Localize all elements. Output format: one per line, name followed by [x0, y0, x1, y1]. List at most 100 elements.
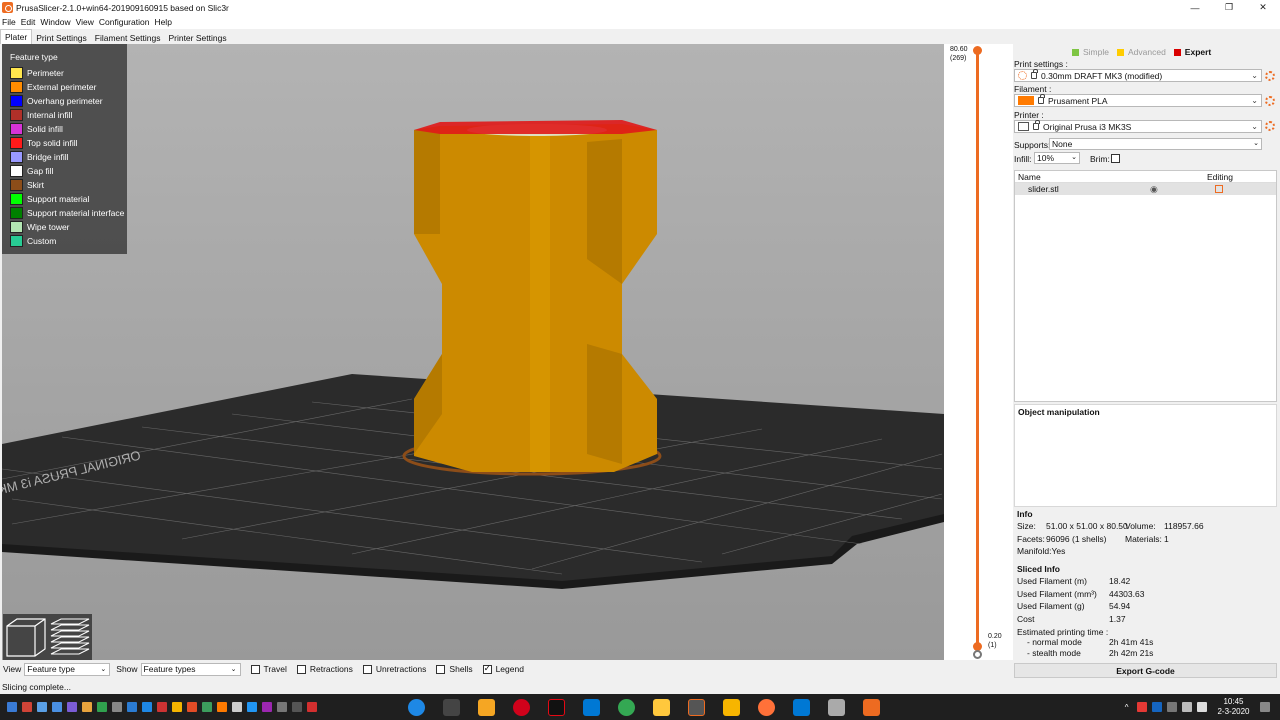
app-icon[interactable]: [141, 702, 152, 712]
app-icon[interactable]: [793, 698, 810, 716]
app-icon[interactable]: [216, 702, 227, 712]
filament-color-swatch: [1018, 96, 1034, 105]
menu-window[interactable]: Window: [40, 17, 70, 27]
legend-label: Top solid infill: [27, 138, 78, 148]
travel-checkbox[interactable]: Travel: [250, 664, 287, 674]
app-icon[interactable]: [306, 702, 317, 712]
tab-printer-settings[interactable]: Printer Settings: [164, 30, 230, 44]
folder-icon[interactable]: [6, 702, 17, 712]
prusaslicer-taskbar-icon[interactable]: [688, 698, 705, 716]
quick-launch-icons: [4, 702, 319, 712]
chevron-down-icon: ⌄: [1251, 71, 1258, 80]
printer-label: Printer :: [1014, 110, 1044, 120]
app-icon[interactable]: [828, 698, 845, 716]
app-icon[interactable]: [126, 702, 137, 712]
tray-icon[interactable]: [1181, 702, 1192, 712]
object-list: Name Editing slider.stl ◉: [1014, 170, 1277, 402]
menu-edit[interactable]: Edit: [21, 17, 36, 27]
app-icon[interactable]: [513, 698, 530, 716]
filament-gear-icon[interactable]: [1265, 96, 1275, 106]
tray-icon[interactable]: [1151, 702, 1162, 712]
legend-swatch: [10, 221, 23, 233]
app-icon[interactable]: [156, 702, 167, 712]
shells-label: Shells: [449, 664, 473, 674]
firefox-icon[interactable]: [758, 698, 775, 716]
app-icon[interactable]: [201, 702, 212, 712]
notification-icon[interactable]: [1259, 702, 1270, 712]
3d-preview-canvas[interactable]: ORIGINAL PRUSA i3 MK3: [2, 44, 944, 660]
supports-combo[interactable]: None ⌄: [1049, 138, 1262, 150]
legend-item: Bridge infill: [10, 150, 127, 164]
netflix-icon[interactable]: [548, 698, 565, 716]
app-icon[interactable]: [261, 702, 272, 712]
mode-simple[interactable]: Simple: [1072, 47, 1109, 57]
printer-gear-icon[interactable]: [1265, 121, 1275, 131]
slider-cog-icon[interactable]: [973, 650, 982, 659]
menu-file[interactable]: File: [2, 17, 16, 27]
mail-icon[interactable]: [583, 698, 600, 716]
app-icon[interactable]: [81, 702, 92, 712]
chevron-down-icon: ⌄: [1251, 122, 1258, 131]
slider-track[interactable]: [976, 50, 979, 646]
app-icon[interactable]: [186, 702, 197, 712]
chrome-icon[interactable]: [618, 698, 635, 716]
close-button[interactable]: ✕: [1246, 0, 1280, 15]
app-icon[interactable]: [21, 702, 32, 712]
export-gcode-button[interactable]: Export G-code: [1014, 663, 1277, 678]
app-icon[interactable]: [443, 698, 460, 716]
app-icon[interactable]: [66, 702, 77, 712]
edit-icon[interactable]: [1215, 185, 1223, 193]
view-type-combo[interactable]: Feature type ⌄: [24, 662, 111, 676]
restore-button[interactable]: ❐: [1212, 0, 1246, 15]
menu-configuration[interactable]: Configuration: [99, 17, 150, 27]
legend-checkbox[interactable]: Legend: [482, 663, 524, 674]
tab-print-settings[interactable]: Print Settings: [32, 30, 91, 44]
mode-advanced[interactable]: Advanced: [1116, 47, 1166, 57]
eye-icon[interactable]: ◉: [1150, 183, 1158, 195]
tab-plater[interactable]: Plater: [0, 29, 33, 44]
show-features-combo[interactable]: Feature types ⌄: [140, 662, 241, 676]
app-icon[interactable]: [291, 702, 302, 712]
retractions-checkbox[interactable]: Retractions: [296, 664, 353, 674]
app-icon[interactable]: [96, 702, 107, 712]
infill-combo[interactable]: 10% ⌄: [1034, 152, 1080, 164]
shells-checkbox[interactable]: Shells: [436, 664, 473, 674]
app-icon[interactable]: [111, 702, 122, 712]
tray-icon[interactable]: [1166, 702, 1177, 712]
menu-help[interactable]: Help: [154, 17, 171, 27]
file-explorer-icon[interactable]: [653, 698, 670, 716]
app-icon[interactable]: [36, 702, 47, 712]
app-icon[interactable]: [246, 702, 257, 712]
app-icon[interactable]: [51, 702, 62, 712]
mode-expert[interactable]: Expert: [1173, 47, 1211, 57]
app-icon[interactable]: [478, 698, 495, 716]
app-icon[interactable]: [171, 702, 182, 712]
legend-swatch: [10, 123, 23, 135]
tab-filament-settings[interactable]: Filament Settings: [91, 30, 165, 44]
object-row[interactable]: slider.stl ◉: [1015, 183, 1276, 195]
tray-icon[interactable]: [1136, 702, 1147, 712]
printer-combo[interactable]: Original Prusa i3 MK3S ⌄: [1014, 120, 1262, 133]
brim-checkbox[interactable]: [1111, 154, 1120, 163]
unretractions-checkbox[interactable]: Unretractions: [362, 664, 426, 674]
layers-view-icon[interactable]: [50, 618, 90, 655]
menu-view[interactable]: View: [76, 17, 94, 27]
3d-view-icon[interactable]: [6, 618, 46, 657]
layer-slider[interactable]: 80.60 (269) 0.20 (1): [944, 44, 1013, 660]
app-icon[interactable]: [231, 702, 242, 712]
print-settings-combo[interactable]: 0.30mm DRAFT MK3 (modified) ⌄: [1014, 69, 1262, 82]
print-settings-gear-icon[interactable]: [1265, 71, 1275, 81]
slider-upper-thumb[interactable]: [973, 46, 982, 55]
legend-item: Gap fill: [10, 164, 127, 178]
volume-icon[interactable]: [1196, 702, 1207, 712]
app-icon[interactable]: [276, 702, 287, 712]
filament-combo[interactable]: Prusament PLA ⌄: [1014, 94, 1262, 107]
advanced-mode-icon: [1116, 48, 1124, 56]
edge-icon[interactable]: [408, 698, 425, 716]
clock[interactable]: 10:45 2-3-2020: [1217, 697, 1249, 717]
feature-legend: Feature type Perimeter External perimeter…: [2, 44, 127, 254]
minimize-button[interactable]: —: [1178, 0, 1212, 15]
chevron-up-icon[interactable]: ^: [1125, 703, 1129, 712]
app-icon[interactable]: [863, 698, 880, 716]
app-icon[interactable]: [723, 698, 740, 716]
